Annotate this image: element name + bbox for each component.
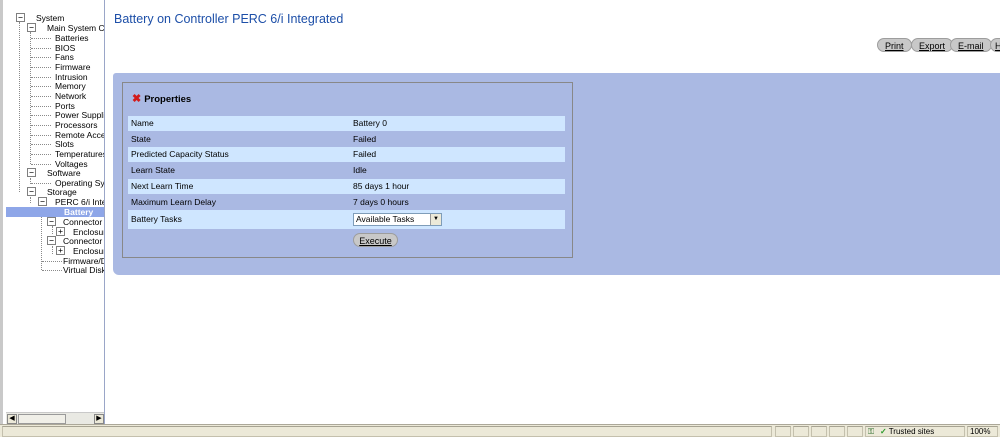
tree-item-fans[interactable]: Fans: [55, 52, 74, 62]
property-label: State: [131, 134, 151, 144]
tree-line: [31, 115, 51, 116]
status-cell: [793, 426, 809, 437]
collapse-connector1-toggle[interactable]: −: [47, 236, 56, 245]
trusted-sites-zone: ✓ Trusted sites: [880, 426, 934, 437]
properties-title: Properties: [144, 94, 192, 105]
collapse-main-chassis-toggle[interactable]: −: [27, 23, 36, 32]
tree-item-software[interactable]: Software: [47, 168, 81, 178]
tree-line: [31, 106, 51, 107]
status-cell: [829, 426, 845, 437]
status-cell: [775, 426, 791, 437]
property-value: Battery 0: [353, 118, 388, 128]
tree-line: [31, 135, 51, 136]
tree-item-temperatures[interactable]: Temperatures: [55, 149, 104, 159]
tree-item-system[interactable]: System: [36, 13, 64, 23]
battery-tasks-label: Battery Tasks: [131, 214, 182, 224]
tree-line: [42, 270, 62, 271]
tree-line: [52, 246, 53, 254]
battery-tasks-select[interactable]: Available Tasks ▼: [353, 213, 442, 226]
property-value: Failed: [353, 149, 377, 159]
critical-status-icon: ✖: [132, 93, 142, 105]
email-button[interactable]: E-mail: [950, 38, 992, 52]
battery-tasks-selected-value: Available Tasks: [356, 214, 415, 224]
status-cell: [811, 426, 827, 437]
property-row: State Failed: [128, 132, 565, 147]
checkmark-icon: ✓: [880, 427, 887, 436]
property-row: Name Battery 0: [128, 116, 565, 131]
navigation-tree: − System − Main System Ch Batteries BIOS…: [0, 0, 105, 424]
property-label: Predicted Capacity Status: [131, 149, 229, 159]
battery-tasks-row: Battery Tasks: [128, 210, 565, 229]
tree-item-connector0[interactable]: Connector 0: [63, 217, 104, 227]
scroll-thumb[interactable]: [18, 414, 66, 424]
expand-enclosure1-toggle[interactable]: +: [56, 246, 65, 255]
collapse-storage-toggle[interactable]: −: [27, 187, 36, 196]
tree-item-enclosure1[interactable]: Enclosure: [73, 246, 104, 256]
tree-line: [31, 38, 51, 39]
help-button[interactable]: H: [990, 38, 1000, 52]
tree-horizontal-scrollbar[interactable]: ◀ ▶: [6, 412, 104, 424]
tree-item-connector1[interactable]: Connector 1: [63, 236, 104, 246]
collapse-software-toggle[interactable]: −: [27, 168, 36, 177]
page-title: Battery on Controller PERC 6/i Integrate…: [114, 12, 344, 26]
property-value: 7 days 0 hours: [353, 197, 409, 207]
property-label: Next Learn Time: [131, 181, 194, 191]
tree-item-virtual-disks[interactable]: Virtual Disk: [63, 265, 104, 275]
collapse-system-toggle[interactable]: −: [16, 13, 25, 22]
execute-button[interactable]: Execute: [353, 233, 398, 247]
tree-line: [31, 96, 51, 97]
properties-heading: ✖ Properties: [132, 92, 191, 105]
property-label: Maximum Learn Delay: [131, 197, 217, 207]
tree-item-storage[interactable]: Storage: [47, 187, 77, 197]
zoom-level[interactable]: 100%: [970, 426, 990, 437]
tree-line: [31, 125, 51, 126]
tree-item-main-system-chassis[interactable]: Main System Ch: [47, 23, 104, 33]
dropdown-arrow-icon[interactable]: ▼: [430, 214, 441, 225]
tree-item-perc-controller[interactable]: PERC 6/i Integ: [55, 197, 104, 207]
print-button[interactable]: Print: [877, 38, 912, 52]
tree-line: [31, 164, 51, 165]
tree-line: [31, 48, 51, 49]
status-cell: [847, 426, 863, 437]
tree-item-network[interactable]: Network: [55, 91, 86, 101]
tree-item-battery-selected[interactable]: Battery: [6, 207, 104, 217]
scroll-right-arrow-icon[interactable]: ▶: [94, 414, 104, 424]
tree-line: [31, 183, 51, 184]
property-value: Failed: [353, 134, 377, 144]
tree-item-firmware[interactable]: Firmware: [55, 62, 90, 72]
tree-line: [31, 57, 51, 58]
tree-line: [31, 77, 51, 78]
zone-label: Trusted sites: [888, 427, 935, 436]
tree-item-memory[interactable]: Memory: [55, 81, 86, 91]
tree-line: [31, 86, 51, 87]
tree-line: [52, 226, 53, 234]
tree-line: [19, 22, 20, 192]
status-text-cell: [2, 426, 772, 437]
export-button[interactable]: Export: [911, 38, 954, 52]
expand-enclosure0-toggle[interactable]: +: [56, 227, 65, 236]
tree-item-processors[interactable]: Processors: [55, 120, 98, 130]
collapse-perc-controller-toggle[interactable]: −: [38, 197, 47, 206]
tree-item-batteries[interactable]: Batteries: [55, 33, 89, 43]
property-value: Idle: [353, 165, 367, 175]
scroll-left-arrow-icon[interactable]: ◀: [7, 414, 17, 424]
collapse-connector0-toggle[interactable]: −: [47, 217, 56, 226]
property-label: Learn State: [131, 165, 175, 175]
security-zone-icon: ⚿: [868, 427, 875, 436]
tree-line: [31, 144, 51, 145]
property-row: Predicted Capacity Status Failed: [128, 147, 565, 162]
tree-line: [31, 67, 51, 68]
property-row: Learn State Idle: [128, 163, 565, 178]
property-label: Name: [131, 118, 154, 128]
tree-line: [42, 261, 62, 262]
tree-line: [30, 197, 31, 203]
browser-status-bar: ⚿ ✓ Trusted sites 100%: [0, 424, 1000, 437]
property-row: Next Learn Time 85 days 1 hour: [128, 179, 565, 194]
property-value: 85 days 1 hour: [353, 181, 410, 191]
tree-line: [31, 154, 51, 155]
property-row: Maximum Learn Delay 7 days 0 hours: [128, 195, 565, 210]
tree-item-slots[interactable]: Slots: [55, 139, 74, 149]
tree-item-power-supplies[interactable]: Power Supplie: [55, 110, 104, 120]
